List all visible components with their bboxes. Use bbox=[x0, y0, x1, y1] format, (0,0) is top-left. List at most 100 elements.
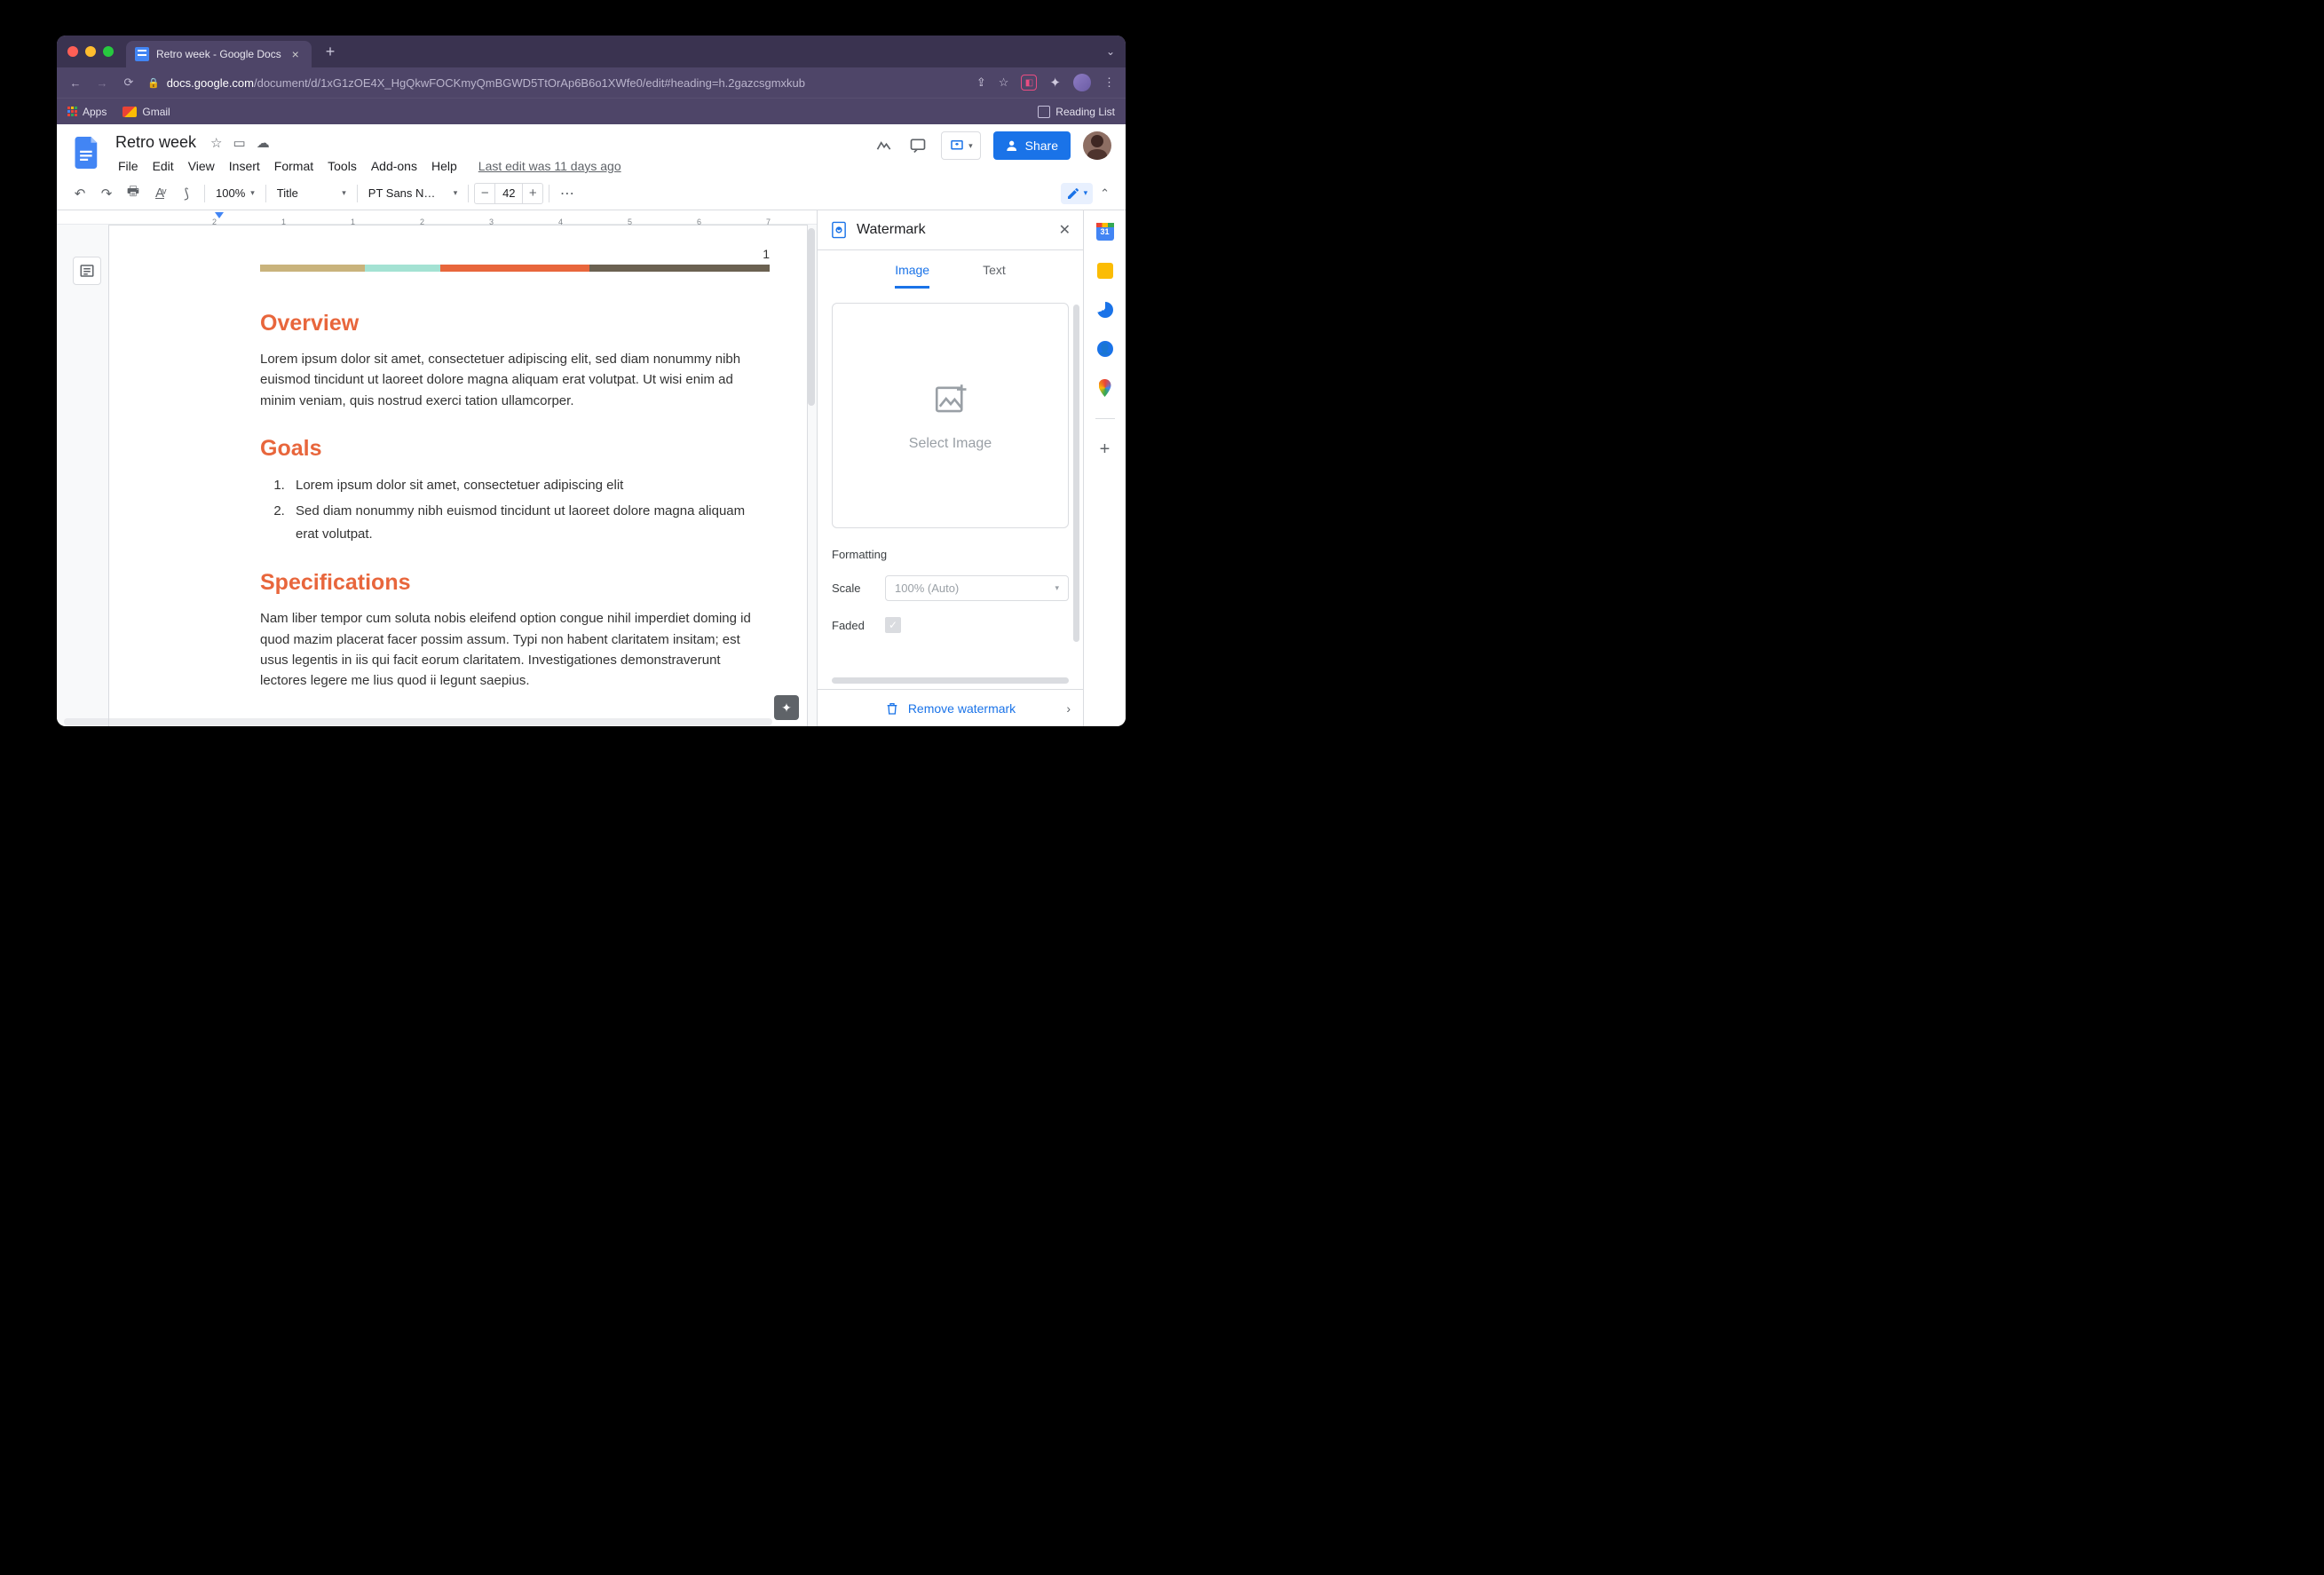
profile-avatar-icon[interactable] bbox=[1073, 74, 1091, 91]
calendar-icon: 31 bbox=[1096, 223, 1114, 241]
nav-back-button[interactable]: ← bbox=[67, 76, 83, 90]
tab-strip: Retro week - Google Docs × + ⌄ bbox=[57, 36, 1126, 67]
font-size-decrease[interactable]: − bbox=[475, 186, 494, 201]
section-heading[interactable]: Overview bbox=[260, 311, 770, 336]
maximize-window-button[interactable] bbox=[103, 46, 114, 57]
font-size-increase[interactable]: + bbox=[523, 186, 542, 201]
menu-help[interactable]: Help bbox=[425, 155, 463, 177]
horizontal-ruler[interactable] bbox=[57, 210, 817, 225]
browser-window: Retro week - Google Docs × + ⌄ ← → ⟳ 🔒 d… bbox=[57, 36, 1126, 726]
side-panel-rail: 31 👤 + bbox=[1083, 210, 1126, 726]
document-page[interactable]: 1 OverviewLorem ipsum dolor sit amet, co… bbox=[108, 225, 808, 726]
nav-reload-button[interactable]: ⟳ bbox=[121, 75, 137, 90]
faded-label: Faded bbox=[832, 619, 873, 632]
extensions-icon[interactable]: ✦ bbox=[1049, 75, 1061, 91]
new-tab-button[interactable]: + bbox=[326, 43, 336, 61]
minimize-window-button[interactable] bbox=[85, 46, 96, 57]
browser-tab[interactable]: Retro week - Google Docs × bbox=[126, 41, 312, 67]
keep-app-button[interactable] bbox=[1096, 262, 1114, 280]
document-title[interactable]: Retro week bbox=[112, 131, 200, 154]
extension-badge-icon[interactable]: ◧ bbox=[1021, 75, 1037, 91]
url-field[interactable]: 🔒 docs.google.com/document/d/1xG1zOE4X_H… bbox=[147, 76, 966, 90]
panel-horizontal-scrollbar[interactable] bbox=[832, 677, 1069, 684]
tasks-icon bbox=[1097, 302, 1113, 318]
window-controls bbox=[67, 46, 114, 57]
pencil-icon bbox=[1066, 186, 1080, 201]
horizontal-scrollbar[interactable] bbox=[64, 718, 772, 725]
share-button[interactable]: Share bbox=[993, 131, 1071, 160]
trash-icon bbox=[885, 700, 899, 716]
body-paragraph[interactable]: Lorem ipsum dolor sit amet, consectetuer… bbox=[260, 349, 770, 411]
panel-collapse-button[interactable]: › bbox=[1066, 701, 1071, 716]
scale-select[interactable]: 100% (Auto) ▾ bbox=[885, 575, 1069, 601]
editing-mode-button[interactable]: ▾ bbox=[1061, 183, 1094, 204]
menu-view[interactable]: View bbox=[182, 155, 221, 177]
address-bar-actions: ⇪ ☆ ◧ ✦ ⋮ bbox=[976, 74, 1115, 91]
calendar-app-button[interactable]: 31 bbox=[1096, 223, 1114, 241]
show-outline-button[interactable] bbox=[73, 257, 101, 285]
browser-chrome: Retro week - Google Docs × + ⌄ ← → ⟳ 🔒 d… bbox=[57, 36, 1126, 124]
tabs-dropdown-button[interactable]: ⌄ bbox=[1106, 45, 1115, 58]
section-heading[interactable]: Goals bbox=[260, 436, 770, 462]
tab-close-button[interactable]: × bbox=[289, 47, 303, 61]
paint-format-button[interactable]: ⟆ bbox=[174, 181, 199, 206]
faded-checkbox[interactable]: ✓ bbox=[885, 617, 901, 633]
menu-addons[interactable]: Add-ons bbox=[365, 155, 423, 177]
docs-home-button[interactable] bbox=[71, 131, 103, 174]
account-avatar[interactable] bbox=[1083, 131, 1111, 160]
paragraph-style-select[interactable]: Title▾ bbox=[272, 183, 352, 204]
move-document-icon[interactable]: ▭ bbox=[233, 135, 246, 151]
list-item[interactable]: Lorem ipsum dolor sit amet, consectetuer… bbox=[289, 474, 770, 497]
undo-button[interactable]: ↶ bbox=[67, 181, 92, 206]
remove-watermark-button[interactable]: Remove watermark › bbox=[818, 689, 1083, 726]
present-button[interactable]: ▾ bbox=[941, 131, 981, 160]
document-viewport[interactable]: 1 OverviewLorem ipsum dolor sit amet, co… bbox=[57, 210, 817, 726]
apps-bookmark[interactable]: Apps bbox=[67, 106, 107, 118]
maps-icon bbox=[1099, 379, 1111, 397]
body-paragraph[interactable]: Nam liber tempor cum soluta nobis eleife… bbox=[260, 608, 770, 691]
browser-menu-button[interactable]: ⋮ bbox=[1103, 75, 1115, 90]
comments-icon[interactable] bbox=[907, 135, 929, 156]
maps-app-button[interactable] bbox=[1096, 379, 1114, 397]
menu-bar: File Edit View Insert Format Tools Add-o… bbox=[112, 155, 873, 177]
print-button[interactable]: 🖶 bbox=[121, 181, 146, 206]
watermark-tab-text[interactable]: Text bbox=[983, 263, 1006, 289]
colorbar-segment bbox=[260, 265, 365, 272]
numbered-list[interactable]: Lorem ipsum dolor sit amet, consectetuer… bbox=[260, 474, 770, 546]
formatting-section-label: Formatting bbox=[832, 548, 1069, 561]
font-family-select[interactable]: PT Sans N…▾ bbox=[363, 183, 463, 204]
watermark-tabs: Image Text bbox=[818, 250, 1083, 289]
vertical-scrollbar[interactable] bbox=[808, 228, 815, 406]
zoom-select[interactable]: 100%▾ bbox=[210, 183, 260, 204]
explore-button[interactable]: ✦ bbox=[774, 695, 799, 720]
select-image-dropzone[interactable]: Select Image bbox=[832, 303, 1069, 528]
activity-icon[interactable] bbox=[873, 135, 895, 156]
menu-format[interactable]: Format bbox=[268, 155, 320, 177]
menu-file[interactable]: File bbox=[112, 155, 145, 177]
close-window-button[interactable] bbox=[67, 46, 78, 57]
menu-insert[interactable]: Insert bbox=[223, 155, 266, 177]
redo-button[interactable]: ↷ bbox=[94, 181, 119, 206]
cloud-status-icon[interactable]: ☁ bbox=[257, 135, 270, 151]
last-edit-link[interactable]: Last edit was 11 days ago bbox=[472, 155, 628, 177]
list-item[interactable]: Sed diam nonummy nibh euismod tincidunt … bbox=[289, 500, 770, 545]
get-addons-button[interactable]: + bbox=[1096, 440, 1114, 458]
contacts-app-button[interactable]: 👤 bbox=[1096, 340, 1114, 358]
menu-tools[interactable]: Tools bbox=[321, 155, 363, 177]
watermark-close-button[interactable]: ✕ bbox=[1059, 221, 1071, 239]
share-page-icon[interactable]: ⇪ bbox=[976, 75, 986, 90]
panel-vertical-scrollbar[interactable] bbox=[1073, 305, 1079, 642]
spellcheck-button[interactable]: Aͮ bbox=[147, 181, 172, 206]
bookmark-star-icon[interactable]: ☆ bbox=[999, 75, 1009, 90]
star-document-icon[interactable]: ☆ bbox=[210, 135, 222, 151]
tasks-app-button[interactable] bbox=[1096, 301, 1114, 319]
reading-list-button[interactable]: Reading List bbox=[1038, 106, 1115, 118]
font-size-value[interactable]: 42 bbox=[494, 184, 523, 203]
watermark-tab-image[interactable]: Image bbox=[895, 263, 929, 289]
toolbar-more-button[interactable]: ⋯ bbox=[555, 181, 580, 206]
gmail-bookmark[interactable]: Gmail bbox=[123, 106, 170, 118]
section-heading[interactable]: Specifications bbox=[260, 570, 770, 596]
font-size-stepper: − 42 + bbox=[474, 183, 543, 204]
menu-edit[interactable]: Edit bbox=[146, 155, 180, 177]
collapse-toolbar-button[interactable]: ⌃ bbox=[1095, 183, 1115, 204]
